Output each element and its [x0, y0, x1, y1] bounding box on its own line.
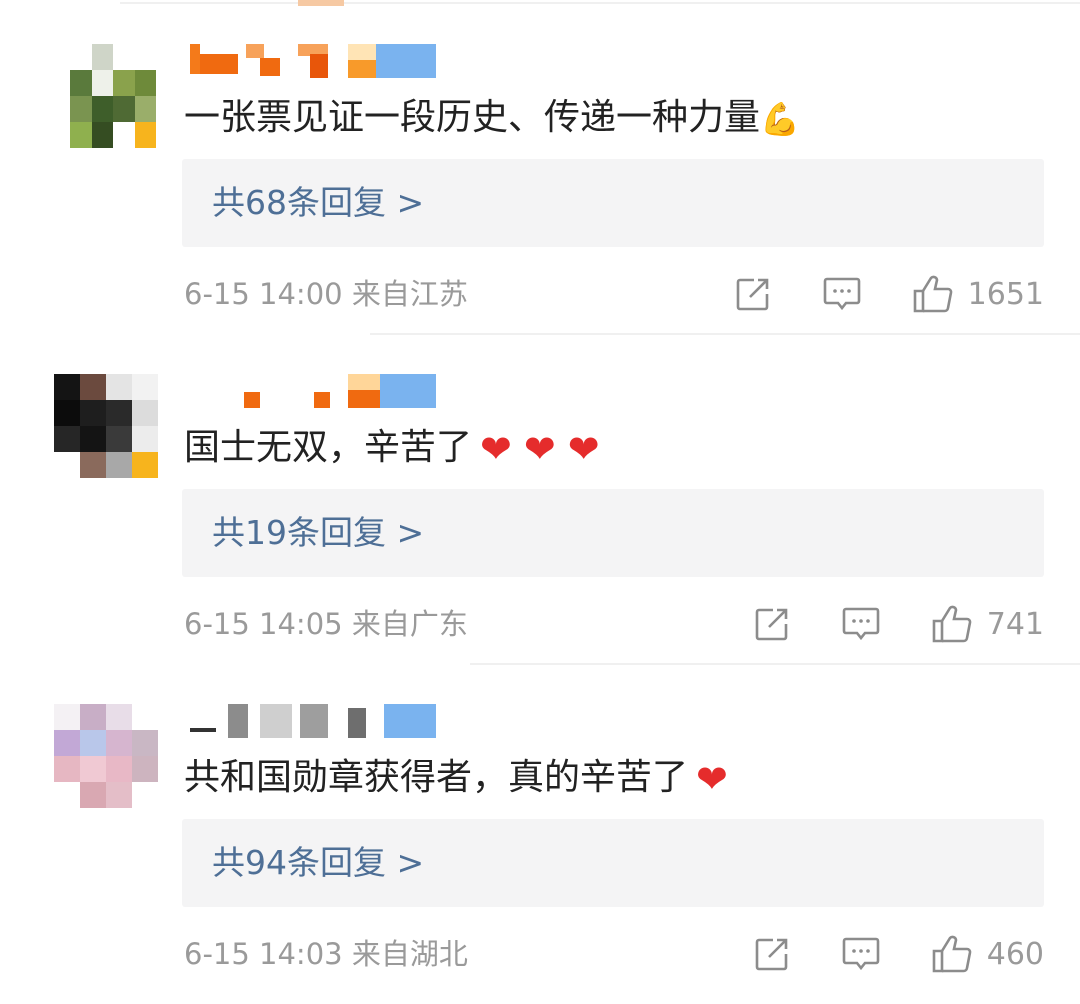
red-heart-emoji-icon: ❤ [523, 427, 556, 471]
top-divider [120, 2, 1080, 4]
share-icon [755, 938, 788, 971]
share-icon [736, 278, 768, 311]
comment-button[interactable] [822, 275, 862, 313]
comment-meta: 6-15 14:05 来自广东 [184, 607, 468, 641]
comment-divider [370, 333, 1080, 335]
like-button[interactable]: 1651 [912, 274, 1044, 314]
comment-actions: 1651 [684, 270, 1044, 318]
flexed-biceps-emoji-icon: 💪 [760, 100, 800, 138]
comment-divider [470, 663, 1080, 665]
like-count: 1651 [967, 276, 1044, 312]
like-count: 460 [986, 936, 1044, 972]
share-button[interactable] [753, 935, 791, 973]
comment-button[interactable] [841, 605, 881, 643]
username-pixelated[interactable] [190, 374, 440, 412]
comment-item: 国士无双，辛苦了 ❤ ❤ ❤ 共19条回复 > 6-15 14:05 来自广东 741 [0, 374, 1080, 674]
share-button[interactable] [734, 275, 772, 313]
avatar[interactable] [54, 704, 158, 808]
comment-text-content: 国士无双，辛苦了 [184, 427, 473, 468]
comment-actions: 741 [703, 600, 1044, 648]
comment-icon [823, 277, 860, 311]
thumbs-up-icon [932, 605, 972, 643]
like-button[interactable]: 460 [931, 934, 1044, 974]
like-button[interactable]: 741 [931, 604, 1044, 644]
comment-meta: 6-15 14:03 来自湖北 [184, 937, 468, 971]
red-heart-emoji-icon: ❤ [696, 757, 728, 801]
reply-summary-box[interactable]: 共68条回复 > [182, 159, 1044, 247]
top-divider-accent [298, 0, 344, 6]
comment-text: 共和国勋章获得者，真的辛苦了 ❤ [184, 756, 728, 800]
view-replies-link[interactable]: 共19条回复 > [212, 513, 424, 553]
view-replies-link[interactable]: 共68条回复 > [212, 183, 424, 223]
username-pixelated[interactable] [190, 44, 440, 82]
username-pixelated[interactable] [190, 704, 440, 742]
comment-text-content: 共和国勋章获得者，真的辛苦了 [184, 757, 689, 798]
red-heart-emoji-icon: ❤ [480, 427, 512, 471]
red-heart-emoji-icon: ❤ [567, 427, 600, 471]
share-icon [755, 608, 788, 641]
reply-summary-box[interactable]: 共19条回复 > [182, 489, 1044, 577]
comment-icon [842, 937, 880, 971]
like-count: 741 [986, 606, 1044, 642]
comment-meta: 6-15 14:00 来自江苏 [184, 277, 468, 311]
reply-summary-box[interactable]: 共94条回复 > [182, 819, 1044, 907]
comment-text: 国士无双，辛苦了 ❤ ❤ ❤ [184, 426, 600, 470]
comment-text-content: 一张票见证一段历史、传递一种力量 [184, 97, 761, 138]
avatar[interactable] [54, 374, 158, 478]
thumbs-up-icon [913, 275, 952, 313]
thumbs-up-icon [932, 935, 972, 973]
comment-actions: 460 [703, 930, 1044, 978]
comment-icon [842, 607, 880, 641]
share-button[interactable] [753, 605, 791, 643]
comment-item: 共和国勋章获得者，真的辛苦了 ❤ 共94条回复 > 6-15 14:03 来自湖北… [0, 704, 1080, 1004]
comment-text: 一张票见证一段历史、传递一种力量💪 [184, 96, 800, 140]
comment-button[interactable] [841, 935, 881, 973]
comment-item: 一张票见证一段历史、传递一种力量💪 共68条回复 > 6-15 14:00 来自… [0, 44, 1080, 344]
view-replies-link[interactable]: 共94条回复 > [212, 843, 424, 883]
avatar[interactable] [70, 44, 156, 148]
